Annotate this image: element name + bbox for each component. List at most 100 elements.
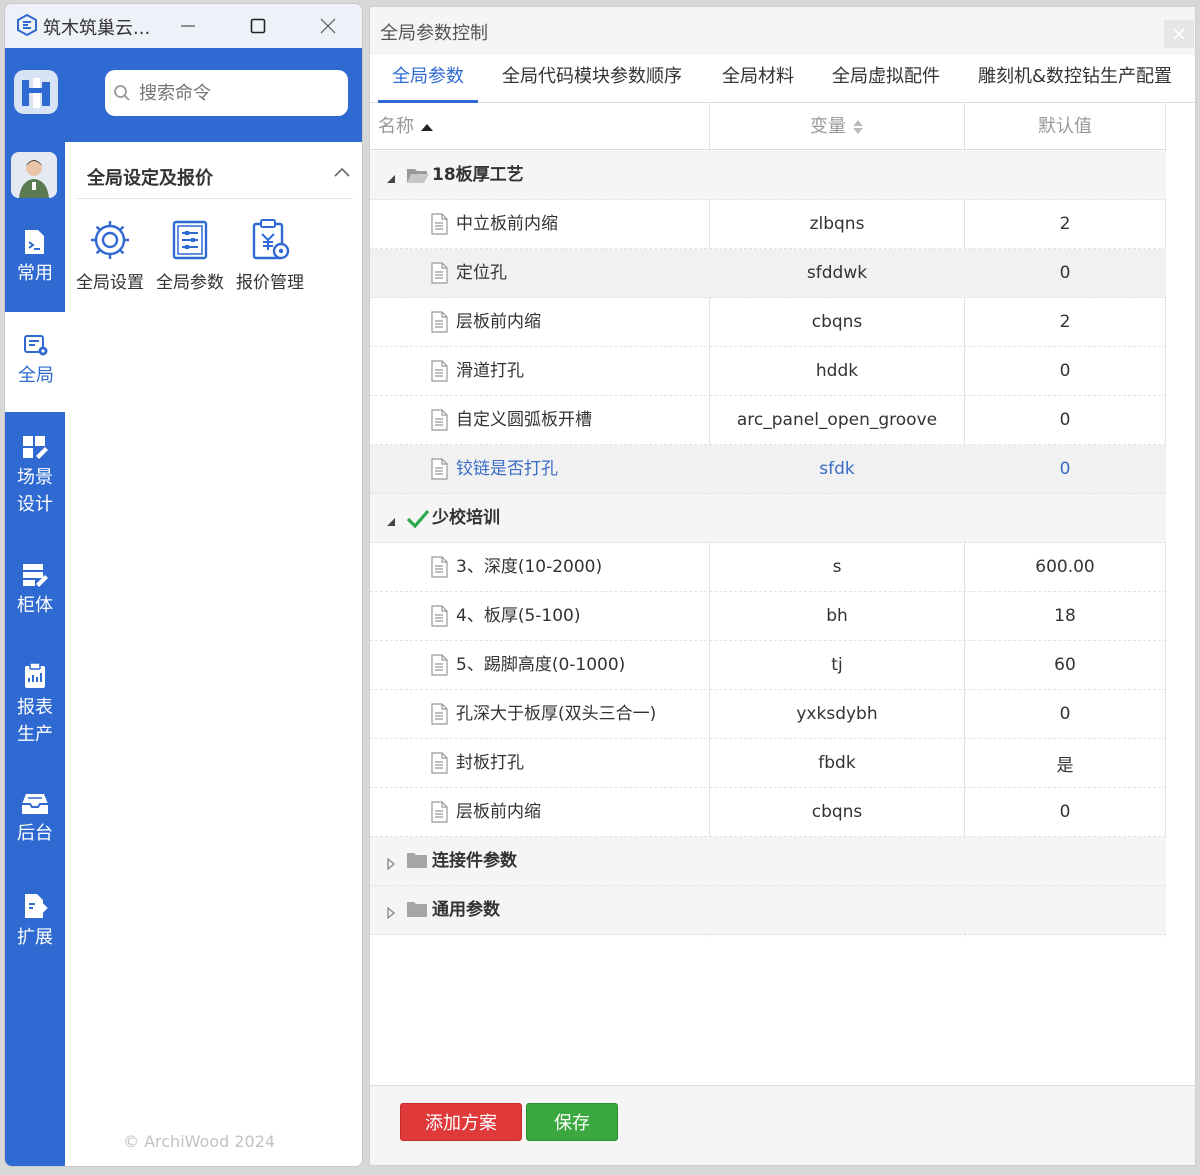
search-input[interactable] xyxy=(139,82,329,104)
column-header-name[interactable]: 名称 xyxy=(378,103,708,150)
expand-triangle-icon[interactable] xyxy=(386,855,396,875)
maximize-button[interactable] xyxy=(223,4,293,48)
maximize-icon xyxy=(250,18,266,34)
nav-item-cabinet[interactable]: 柜体 xyxy=(5,562,65,619)
tool-global-params[interactable]: 全局参数 xyxy=(151,218,229,293)
param-variable: arc_panel_open_groove xyxy=(710,396,964,444)
param-default-value: 0 xyxy=(965,347,1165,395)
nav-label-report-2: 生产 xyxy=(17,724,53,745)
param-variable: hddk xyxy=(710,347,964,395)
search-area xyxy=(65,48,362,142)
search-box[interactable] xyxy=(105,70,348,116)
param-variable-text: yxksdybh xyxy=(796,704,878,724)
group-row[interactable]: 通用参数 xyxy=(370,886,1166,935)
folder-icon xyxy=(406,899,428,924)
column-default-label: 默认值 xyxy=(1038,115,1092,137)
parameter-list-icon xyxy=(172,220,208,260)
add-scheme-button[interactable]: 添加方案 xyxy=(400,1103,522,1141)
extension-icon xyxy=(25,894,48,918)
param-row[interactable]: 铰链是否打孔 sfdk 0 xyxy=(370,445,1166,494)
param-default-value-text: 0 xyxy=(1059,704,1071,724)
tools-panel: 全局设定及报价 全局设置 全局参数 报价管理 © ArchiWood 2024 xyxy=(65,142,362,1166)
param-row[interactable]: 中立板前内缩 zlbqns 2 xyxy=(370,200,1166,249)
param-variable-text: cbqns xyxy=(811,802,863,822)
param-row[interactable]: 层板前内缩 cbqns 0 xyxy=(370,788,1166,837)
param-name: 5、踢脚高度(0-1000) xyxy=(456,655,626,675)
user-avatar[interactable] xyxy=(11,152,57,198)
nav-item-extend[interactable]: 扩展 xyxy=(5,892,65,951)
document-icon xyxy=(430,703,448,730)
close-window-button[interactable] xyxy=(293,4,362,48)
tab-global-materials[interactable]: 全局材料 xyxy=(708,55,808,103)
nav-item-scene[interactable]: 场景 设计 xyxy=(5,434,65,518)
param-variable-text: s xyxy=(832,557,842,577)
param-default-value-text: 60 xyxy=(1054,655,1076,675)
param-default-value: 0 xyxy=(965,690,1165,738)
param-default-value-text: 0 xyxy=(1059,410,1071,430)
brand-logo-icon xyxy=(14,70,58,114)
tab-code-module-order[interactable]: 全局代码模块参数顺序 xyxy=(488,55,696,103)
param-default-value-text: 600.00 xyxy=(1035,557,1095,577)
column-header-default[interactable]: 默认值 xyxy=(965,103,1165,150)
param-name-cell: 孔深大于板厚(双头三合一) xyxy=(370,690,708,738)
param-row[interactable]: 定位孔 sfddwk 0 xyxy=(370,249,1166,298)
cabinet-icon xyxy=(23,564,48,587)
quote-management-icon xyxy=(252,219,290,260)
param-name-cell: 层板前内缩 xyxy=(370,298,708,346)
close-icon xyxy=(1173,28,1185,40)
param-name: 中立板前内缩 xyxy=(456,214,558,234)
tool-label-global-params: 全局参数 xyxy=(156,273,224,293)
expand-triangle-icon[interactable] xyxy=(386,904,396,924)
param-row[interactable]: 滑道打孔 hddk 0 xyxy=(370,347,1166,396)
avatar-icon xyxy=(11,152,57,198)
param-default-value: 0 xyxy=(965,445,1165,493)
param-variable: tj xyxy=(710,641,964,689)
column-variable-label: 变量 xyxy=(810,115,846,137)
param-row[interactable]: 5、踢脚高度(0-1000) tj 60 xyxy=(370,641,1166,690)
param-variable: s xyxy=(710,543,964,591)
group-variable-cell xyxy=(710,151,964,199)
folder-icon xyxy=(406,850,428,875)
param-default-value-text: 是 xyxy=(1056,755,1074,776)
nav-rail: 常用 全局 场景 设计 柜体 报表 生产 后台 扩展 xyxy=(5,48,67,1166)
param-default-value-text: 18 xyxy=(1054,606,1076,626)
group-label: 连接件参数 xyxy=(432,851,517,871)
tool-global-settings[interactable]: 全局设置 xyxy=(71,218,149,293)
chevron-up-icon[interactable] xyxy=(333,166,351,178)
dialog-close-button[interactable] xyxy=(1164,20,1194,48)
tab-virtual-fittings[interactable]: 全局虚拟配件 xyxy=(818,55,954,103)
tool-quote-management[interactable]: 报价管理 xyxy=(231,218,309,293)
param-default-value: 0 xyxy=(965,788,1165,836)
nav-item-backend[interactable]: 后台 xyxy=(5,792,65,847)
group-row[interactable]: 连接件参数 xyxy=(370,837,1166,886)
collapse-triangle-icon[interactable] xyxy=(386,512,396,532)
app-window: 筑木筑巢云... 常用 全局 场景 设计 柜体 报表 生产 后台 扩展 搜索命令… xyxy=(4,3,363,1167)
param-row[interactable]: 封板打孔 fbdk 是 xyxy=(370,739,1166,788)
nav-label-extend: 扩展 xyxy=(17,927,53,948)
param-name: 封板打孔 xyxy=(456,753,524,773)
save-button[interactable]: 保存 xyxy=(526,1103,618,1141)
param-row[interactable]: 孔深大于板厚(双头三合一) yxksdybh 0 xyxy=(370,690,1166,739)
group-row[interactable]: 18板厚工艺 xyxy=(370,151,1166,200)
collapse-triangle-icon[interactable] xyxy=(386,169,396,189)
group-label: 少校培训 xyxy=(432,508,500,528)
tab-global-params[interactable]: 全局参数 xyxy=(378,55,478,103)
column-header-variable[interactable]: 变量 xyxy=(710,103,964,150)
param-variable: sfdk xyxy=(710,445,964,493)
document-icon xyxy=(430,409,448,436)
minimize-icon xyxy=(181,25,195,27)
group-row[interactable]: 少校培训 xyxy=(370,494,1166,543)
nav-item-global[interactable]: 全局 xyxy=(5,312,67,412)
param-name-cell: 3、深度(10-2000) xyxy=(370,543,708,591)
param-row[interactable]: 3、深度(10-2000) s 600.00 xyxy=(370,543,1166,592)
param-row[interactable]: 层板前内缩 cbqns 2 xyxy=(370,298,1166,347)
param-row[interactable]: 4、板厚(5-100) bh 18 xyxy=(370,592,1166,641)
param-name-cell: 铰链是否打孔 xyxy=(370,445,708,493)
param-default-value-text: 2 xyxy=(1059,312,1071,332)
nav-item-report[interactable]: 报表 生产 xyxy=(5,662,65,748)
param-default-value: 是 xyxy=(965,739,1165,787)
tab-cnc-config[interactable]: 雕刻机&数控钻生产配置 xyxy=(964,55,1186,103)
nav-item-common[interactable]: 常用 xyxy=(5,228,65,287)
param-row[interactable]: 自定义圆弧板开槽 arc_panel_open_groove 0 xyxy=(370,396,1166,445)
minimize-button[interactable] xyxy=(153,4,223,48)
